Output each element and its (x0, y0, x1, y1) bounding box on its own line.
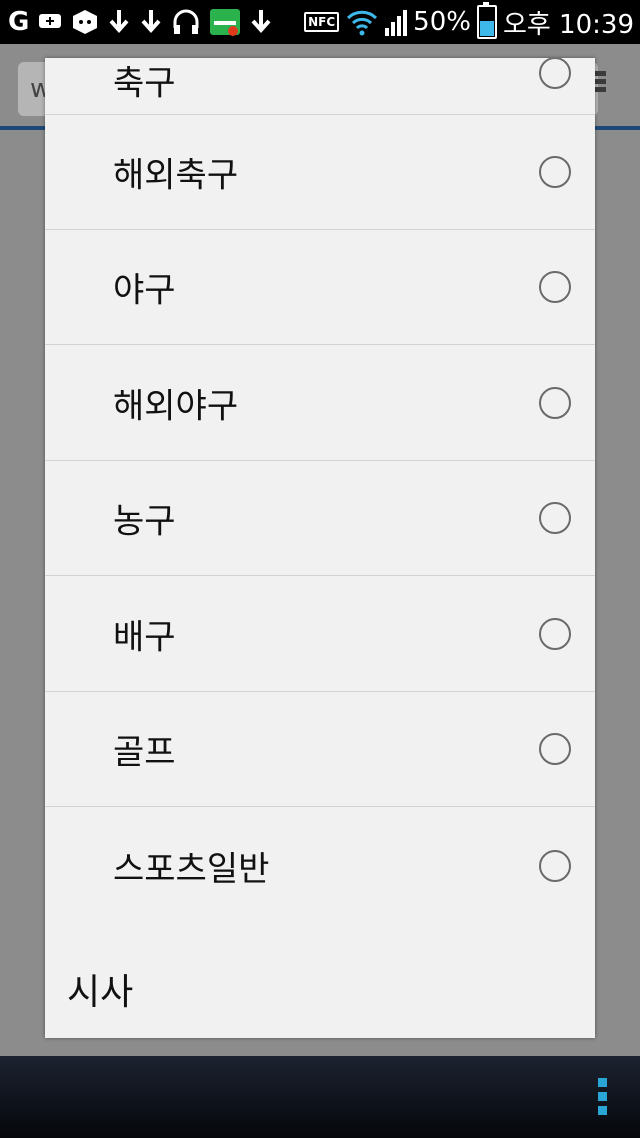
battery-icon (476, 2, 497, 39)
radio-button[interactable] (539, 387, 571, 419)
radio-button[interactable] (539, 849, 571, 882)
clock: 오후 10:39 (502, 9, 634, 40)
status-bar: G NFC 50% 오후 10:39 (0, 0, 640, 44)
option-row[interactable]: 골프 (45, 692, 595, 807)
option-row[interactable]: 스포츠일반 (45, 808, 595, 923)
category-selection-dialog: 축구 해외축구 야구 해외야구 농구 배구 골프 스포츠일반 시사 (45, 58, 595, 1038)
notification-icons: G (0, 0, 273, 44)
option-row-partial[interactable]: 축구 (45, 58, 595, 115)
option-label: 해외야구 (113, 386, 239, 427)
menu-icon[interactable] (598, 1078, 608, 1120)
radio-button[interactable] (539, 733, 571, 765)
radio-button[interactable] (539, 156, 571, 188)
download-icon (141, 10, 161, 34)
radio-button[interactable] (539, 58, 571, 89)
option-label: 골프 (113, 732, 176, 773)
download-icon (109, 10, 129, 34)
system-indicators: NFC 50% 오후 10:39 (304, 0, 634, 44)
option-label: 해외축구 (113, 155, 239, 196)
option-label: 야구 (113, 270, 176, 311)
hexagon-icon (73, 10, 98, 34)
option-row[interactable]: 야구 (45, 230, 595, 345)
option-row[interactable]: 해외야구 (45, 346, 595, 461)
g-icon: G (8, 7, 30, 37)
headphones-icon (173, 9, 199, 34)
radio-button[interactable] (539, 271, 571, 303)
chat-plus-icon (39, 14, 62, 28)
option-label: 스포츠일반 (113, 849, 270, 889)
download-icon (251, 10, 271, 34)
radio-button[interactable] (539, 502, 571, 534)
option-row[interactable]: 해외축구 (45, 115, 595, 230)
radio-button[interactable] (539, 618, 571, 650)
navigation-bar (0, 1056, 640, 1138)
option-label: 배구 (113, 617, 176, 658)
nfc-icon: NFC (304, 12, 340, 32)
battery-percent: 50% (413, 7, 471, 37)
option-label: 축구 (113, 63, 176, 104)
section-header: 시사 (67, 972, 134, 1013)
wifi-icon (347, 10, 378, 36)
signal-icon (385, 8, 408, 36)
option-row[interactable]: 배구 (45, 577, 595, 692)
option-row[interactable]: 농구 (45, 461, 595, 576)
option-label: 농구 (113, 501, 176, 542)
naver-icon (210, 9, 241, 36)
